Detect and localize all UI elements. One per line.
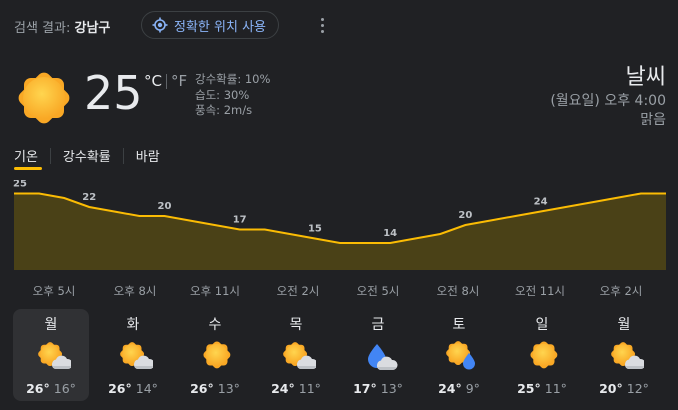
unit-celsius[interactable]: °C bbox=[144, 72, 162, 90]
weather-condition: 맑음 bbox=[640, 112, 666, 128]
day-low: 14° bbox=[135, 381, 158, 396]
forecast-day-6[interactable]: 일 25° 11° bbox=[504, 309, 580, 401]
day-name: 월 bbox=[617, 317, 631, 333]
active-tab-indicator bbox=[14, 167, 42, 170]
day-high: 26° bbox=[190, 381, 214, 396]
day-low: 9° bbox=[465, 381, 480, 396]
day-low: 13° bbox=[217, 381, 240, 396]
sun-cloud-icon bbox=[281, 340, 316, 369]
unit-toggle: °C °F bbox=[144, 72, 187, 90]
data-label: 22 bbox=[82, 192, 96, 203]
day-name: 토 bbox=[452, 317, 466, 333]
sun-cloud-icon bbox=[118, 340, 153, 369]
day-low: 12° bbox=[626, 381, 649, 396]
day-high: 17° bbox=[353, 381, 377, 396]
data-label: 15 bbox=[308, 224, 322, 235]
day-temps: 26° 13° bbox=[177, 381, 253, 396]
forecast-day-4[interactable]: 금 17° 13° bbox=[340, 309, 416, 401]
sun-cloud-icon bbox=[609, 340, 644, 369]
day-high: 25° bbox=[517, 381, 541, 396]
weather-datetime: (월요일) 오후 4:00 bbox=[550, 93, 666, 109]
day-high: 20° bbox=[599, 381, 623, 396]
day-temps: 25° 11° bbox=[504, 381, 580, 396]
day-name: 화 bbox=[126, 317, 140, 333]
day-low: 11° bbox=[298, 381, 321, 396]
hour-label: 오후 2시 bbox=[599, 284, 643, 298]
hour-label: 오후 11시 bbox=[189, 284, 241, 298]
day-temps: 26° 16° bbox=[13, 381, 89, 396]
day-name: 목 bbox=[289, 317, 303, 333]
day-high: 24° bbox=[271, 381, 295, 396]
data-label: 25 bbox=[13, 180, 27, 190]
current-temperature: 25 bbox=[84, 66, 143, 120]
precipitation-text: 강수확률: 10% bbox=[195, 72, 271, 86]
unit-fahrenheit[interactable]: °F bbox=[171, 72, 187, 90]
hour-label: 오후 8시 bbox=[113, 284, 157, 298]
chart-tabs: 기온 강수확률 바람 bbox=[14, 146, 160, 165]
data-label: 17 bbox=[233, 215, 247, 226]
sun-cloud-icon bbox=[36, 340, 71, 369]
forecast-day-7[interactable]: 월 20° 12° bbox=[586, 309, 662, 401]
temperature-area bbox=[14, 193, 666, 270]
unit-separator bbox=[165, 73, 167, 89]
forecast-day-0[interactable]: 월 26° 16° bbox=[13, 309, 89, 401]
forecast-day-5[interactable]: 토 24° 9° bbox=[421, 309, 497, 401]
hour-label: 오후 5시 bbox=[32, 284, 76, 298]
day-name: 수 bbox=[208, 317, 222, 333]
day-name: 금 bbox=[371, 317, 385, 333]
day-temps: 26° 14° bbox=[95, 381, 171, 396]
sun-rain-icon bbox=[444, 339, 475, 370]
more-options-icon[interactable] bbox=[316, 14, 328, 36]
hour-label: 오전 5시 bbox=[356, 284, 400, 298]
day-low: 13° bbox=[380, 381, 403, 396]
weather-summary: 날씨 (월요일) 오후 4:00 맑음 bbox=[550, 64, 666, 130]
data-label: 20 bbox=[458, 210, 472, 221]
location-label: 검색 결과: 강남구 bbox=[14, 17, 110, 36]
forecast-day-2[interactable]: 수 26° 13° bbox=[177, 309, 253, 401]
day-temps: 24° 9° bbox=[421, 381, 497, 396]
day-high: 26° bbox=[108, 381, 132, 396]
hour-label: 오전 11시 bbox=[514, 284, 566, 298]
location-prefix: 검색 결과: bbox=[14, 21, 75, 36]
data-label: 14 bbox=[383, 228, 397, 239]
location-target-icon bbox=[152, 17, 168, 33]
forecast-day-1[interactable]: 화 26° 14° bbox=[95, 309, 171, 401]
day-name: 일 bbox=[535, 317, 549, 333]
data-label: 20 bbox=[158, 201, 172, 212]
tab-wind[interactable]: 바람 bbox=[136, 146, 160, 165]
weather-title: 날씨 bbox=[625, 65, 666, 90]
precise-location-label: 정확한 위치 사용 bbox=[174, 19, 266, 35]
precise-location-button[interactable]: 정확한 위치 사용 bbox=[141, 11, 279, 39]
humidity-text: 습도: 30% bbox=[195, 87, 250, 102]
data-label: 24 bbox=[534, 197, 548, 208]
tab-divider bbox=[49, 147, 51, 164]
hour-label: 오전 8시 bbox=[436, 284, 480, 298]
day-name: 월 bbox=[44, 317, 58, 333]
day-temps: 17° 13° bbox=[340, 381, 416, 396]
sun-icon bbox=[528, 339, 559, 370]
rain-cloud-icon bbox=[368, 344, 398, 370]
day-temps: 24° 11° bbox=[258, 381, 334, 396]
tab-precipitation[interactable]: 강수확률 bbox=[63, 146, 111, 165]
wind-text: 풍속: 2m/s bbox=[195, 103, 253, 117]
forecast-day-3[interactable]: 목 24° 11° bbox=[258, 309, 334, 401]
sun-icon bbox=[201, 339, 232, 370]
day-low: 11° bbox=[544, 381, 567, 396]
tab-divider bbox=[122, 147, 124, 164]
hour-label: 오전 2시 bbox=[276, 284, 320, 298]
day-temps: 20° 12° bbox=[586, 381, 662, 396]
day-high: 24° bbox=[438, 381, 462, 396]
current-details: 강수확률: 10% 습도: 30% 풍속: 2m/s bbox=[195, 72, 270, 119]
day-low: 16° bbox=[53, 381, 76, 396]
sun-icon bbox=[15, 69, 73, 127]
temperature-chart: 25 22 20 17 15 14 20 24 bbox=[13, 180, 666, 270]
day-high: 26° bbox=[26, 381, 50, 396]
tab-temperature[interactable]: 기온 bbox=[14, 146, 38, 165]
location-name: 강남구 bbox=[74, 21, 111, 36]
